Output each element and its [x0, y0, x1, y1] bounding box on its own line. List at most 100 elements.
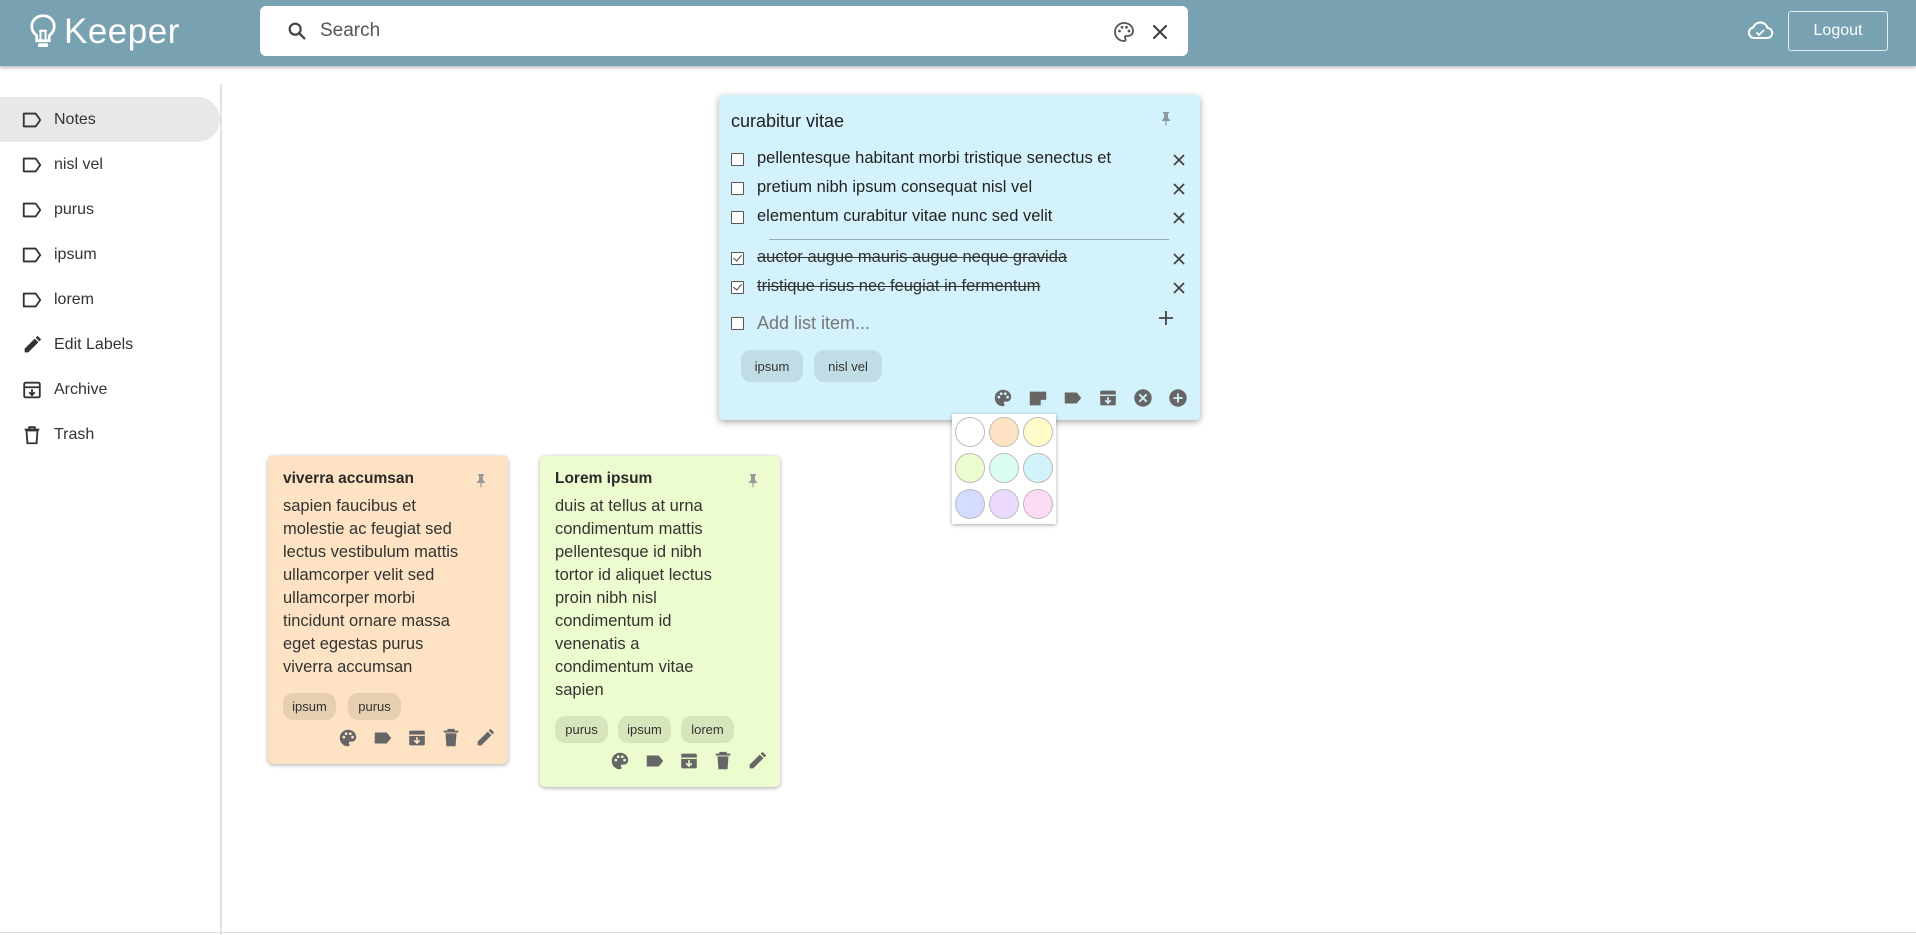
palette-icon[interactable]	[609, 750, 631, 772]
sidebar-item-archive[interactable]: Archive	[0, 367, 220, 412]
label-chip[interactable]: purus	[348, 693, 401, 720]
pin-icon[interactable]	[473, 472, 489, 488]
label-icon[interactable]	[372, 727, 394, 749]
edit-icon[interactable]	[746, 750, 768, 772]
pencil-icon	[24, 335, 42, 352]
label-outline-icon	[22, 202, 42, 217]
sidebar-item-label: lorem	[54, 290, 95, 308]
checkbox[interactable]	[731, 182, 744, 195]
color-swatch-orange[interactable]	[989, 417, 1019, 447]
delete-item-icon[interactable]	[1171, 210, 1187, 226]
color-swatch-blue[interactable]	[1023, 453, 1053, 483]
note-line: ullamcorper morbi	[283, 589, 416, 607]
clear-search-icon[interactable]	[1148, 20, 1172, 44]
editing-note[interactable]: curabitur vitae pellentesque habitant mo…	[719, 95, 1200, 420]
add-list-item-input[interactable]: Add list item...	[757, 313, 870, 334]
cloud-done-icon[interactable]	[1746, 18, 1774, 44]
color-palette-popup	[952, 414, 1056, 524]
note-icon[interactable]	[1027, 387, 1049, 409]
page-bottom-border	[0, 932, 1916, 933]
pin-icon[interactable]	[1158, 110, 1174, 126]
add-circle-icon[interactable]	[1167, 387, 1189, 409]
search-icon[interactable]	[286, 20, 308, 42]
note-card[interactable]: Lorem ipsum duis at tellus at urna condi…	[540, 456, 780, 787]
sidebar-item-label: ipsum	[54, 245, 97, 263]
note-line: lectus vestibulum mattis	[283, 543, 459, 561]
sidebar-item-label: Archive	[54, 380, 108, 398]
sidebar-item-nisl-vel[interactable]: nisl vel	[0, 142, 220, 187]
app-logo[interactable]: Keeper	[28, 12, 180, 52]
note-line: venenatis a	[555, 635, 640, 653]
label-chip[interactable]: ipsum	[283, 693, 336, 720]
trash-icon[interactable]	[712, 750, 734, 772]
color-swatch-white[interactable]	[955, 417, 985, 447]
checklist-item-text[interactable]: pretium nibh ipsum consequat nisl vel	[757, 178, 1032, 197]
add-icon[interactable]	[1156, 308, 1176, 328]
label-chip[interactable]: ipsum	[741, 350, 803, 382]
note-line: condimentum vitae	[555, 658, 694, 676]
note-line: duis at tellus at urna	[555, 497, 703, 515]
delete-item-icon[interactable]	[1171, 251, 1187, 267]
checkbox-checked[interactable]	[731, 252, 744, 265]
note-line: ullamcorper velit sed	[283, 566, 435, 584]
note-line: sapien faucibus et	[283, 497, 417, 515]
label-icon	[22, 112, 42, 127]
sidebar-item-purus[interactable]: purus	[0, 187, 220, 232]
sidebar: Notes nisl vel purus ipsum lorem Edit La…	[0, 80, 222, 935]
note-line: tortor id aliquet lectus	[555, 566, 712, 584]
note-line: tincidunt ornare massa	[283, 612, 450, 630]
color-swatch-teal[interactable]	[989, 453, 1019, 483]
close-note-icon[interactable]	[1132, 387, 1154, 409]
search-bar	[260, 6, 1188, 56]
logout-button[interactable]: Logout	[1788, 11, 1888, 51]
checklist-item-text[interactable]: pellentesque habitant morbi tristique se…	[757, 149, 1111, 168]
note-title[interactable]: curabitur vitae	[731, 111, 844, 132]
edit-icon[interactable]	[474, 727, 496, 749]
sidebar-item-label: purus	[54, 200, 95, 218]
sidebar-item-edit-labels[interactable]: Edit Labels	[0, 322, 220, 367]
label-chip[interactable]: lorem	[681, 716, 734, 743]
archive-icon[interactable]	[678, 750, 700, 772]
sidebar-item-ipsum[interactable]: ipsum	[0, 232, 220, 277]
archive-icon	[23, 381, 41, 398]
search-input[interactable]	[320, 16, 1080, 46]
sidebar-item-label: Notes	[54, 110, 96, 128]
palette-icon[interactable]	[992, 387, 1014, 409]
checklist-item-text[interactable]: elementum curabitur vitae nunc sed velit	[757, 207, 1052, 226]
label-chip[interactable]: nisl vel	[814, 350, 882, 382]
color-swatch-indigo[interactable]	[955, 489, 985, 519]
color-swatch-green[interactable]	[955, 453, 985, 483]
delete-item-icon[interactable]	[1171, 152, 1187, 168]
sidebar-item-trash[interactable]: Trash	[0, 412, 220, 457]
sidebar-item-notes[interactable]: Notes	[0, 97, 220, 142]
note-card[interactable]: viverra accumsan sapien faucibus et mole…	[268, 456, 508, 764]
checklist-item-text[interactable]: tristique risus nec feugiat in fermentum	[757, 277, 1040, 296]
palette-icon[interactable]	[1112, 20, 1136, 44]
color-swatch-purple[interactable]	[989, 489, 1019, 519]
app-title: Keeper	[64, 12, 180, 51]
sidebar-item-lorem[interactable]: lorem	[0, 277, 220, 322]
color-swatch-yellow[interactable]	[1023, 417, 1053, 447]
label-icon[interactable]	[1062, 387, 1084, 409]
label-chip[interactable]: ipsum	[618, 716, 671, 743]
checklist-item-checked: tristique risus nec feugiat in fermentum	[731, 276, 1191, 300]
checkbox[interactable]	[731, 153, 744, 166]
archive-icon[interactable]	[406, 727, 428, 749]
checkbox[interactable]	[731, 211, 744, 224]
checklist-item-text[interactable]: auctor augue mauris augue neque gravida	[757, 248, 1067, 267]
label-chip[interactable]: purus	[555, 716, 608, 743]
pin-icon[interactable]	[745, 472, 761, 488]
note-title: Lorem ipsum	[555, 470, 653, 487]
note-line: sapien	[555, 681, 604, 699]
note-body: duis at tellus at urna condimentum matti…	[555, 495, 712, 702]
label-icon[interactable]	[644, 750, 666, 772]
palette-icon[interactable]	[337, 727, 359, 749]
trash-icon[interactable]	[440, 727, 462, 749]
checkbox-checked[interactable]	[731, 281, 744, 294]
label-outline-icon	[22, 247, 42, 262]
archive-icon[interactable]	[1097, 387, 1119, 409]
color-swatch-pink[interactable]	[1023, 489, 1053, 519]
delete-item-icon[interactable]	[1171, 181, 1187, 197]
sidebar-item-label: nisl vel	[54, 155, 103, 173]
delete-item-icon[interactable]	[1171, 280, 1187, 296]
